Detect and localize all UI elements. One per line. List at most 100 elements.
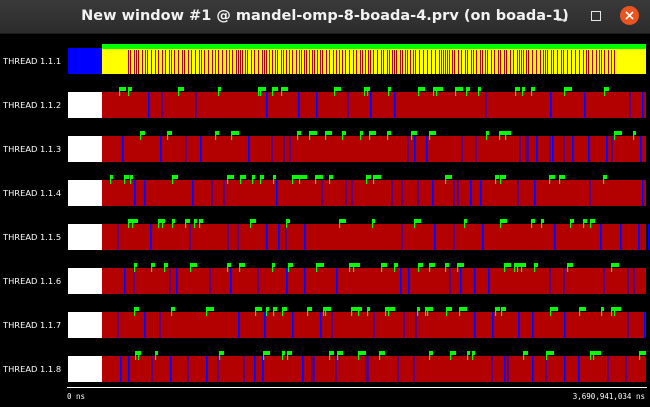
- running-stripe: [563, 50, 564, 74]
- burst-tick: [351, 307, 353, 316]
- running-stripe: [545, 50, 546, 74]
- running-stripe: [238, 50, 239, 74]
- running-stripe: [521, 50, 522, 74]
- running-stripe: [592, 50, 593, 74]
- function-marker: [629, 92, 631, 118]
- close-icon[interactable]: [620, 6, 639, 25]
- function-marker: [345, 180, 347, 206]
- running-stripe: [575, 50, 576, 74]
- burst-tick: [138, 351, 140, 360]
- burst-tick: [387, 131, 389, 140]
- running-stripe: [413, 50, 414, 74]
- running-stripe: [195, 50, 196, 74]
- function-marker: [286, 268, 288, 294]
- function-marker: [243, 356, 245, 382]
- function-marker: [117, 224, 119, 250]
- function-marker: [144, 180, 146, 206]
- running-stripe: [199, 50, 200, 74]
- burst-tick: [418, 87, 420, 96]
- function-marker: [519, 136, 521, 162]
- burst-tick: [134, 307, 136, 316]
- running-stripe: [608, 50, 609, 74]
- burst-tick: [252, 175, 254, 184]
- running-stripe: [312, 50, 313, 74]
- function-marker: [200, 136, 202, 162]
- function-marker: [627, 268, 629, 294]
- trace-timeline[interactable]: [0, 34, 650, 387]
- running-stripe: [604, 50, 605, 74]
- function-marker: [603, 268, 605, 294]
- function-marker: [532, 356, 534, 382]
- burst-tick: [369, 131, 371, 140]
- running-stripe: [447, 50, 448, 74]
- function-marker: [161, 92, 163, 118]
- function-marker: [302, 356, 304, 382]
- burst-tick: [504, 263, 506, 272]
- function-marker: [304, 224, 306, 250]
- running-stripe: [498, 50, 499, 74]
- burst-tick: [570, 219, 572, 228]
- burst-tick: [194, 219, 196, 228]
- burst-band: [102, 44, 646, 49]
- function-marker: [457, 180, 459, 206]
- running-stripe: [147, 50, 148, 74]
- function-marker: [564, 312, 566, 338]
- function-marker: [264, 312, 266, 338]
- function-marker: [227, 224, 229, 250]
- burst-tick: [417, 307, 419, 316]
- running-stripe: [439, 50, 440, 74]
- burst-tick: [266, 307, 268, 316]
- burst-tick: [199, 219, 201, 228]
- burst-tick: [579, 307, 581, 316]
- burst-tick: [167, 131, 169, 140]
- burst-tick: [603, 175, 605, 184]
- function-marker: [351, 180, 353, 206]
- title-bar[interactable]: New window #1 @ mandel-omp-8-boada-4.prv…: [0, 0, 650, 34]
- running-stripe: [130, 50, 131, 74]
- running-stripe: [454, 50, 455, 74]
- burst-tick: [297, 131, 299, 140]
- function-marker: [527, 136, 529, 162]
- thread-start-segment: [68, 312, 102, 338]
- running-stripe: [365, 50, 366, 74]
- function-marker: [160, 136, 162, 162]
- function-marker: [347, 92, 349, 118]
- function-marker: [600, 224, 602, 250]
- function-marker: [572, 136, 574, 162]
- running-stripe: [504, 50, 505, 74]
- running-stripe: [571, 50, 572, 74]
- running-stripe: [218, 50, 219, 74]
- minimize-icon[interactable]: [555, 9, 569, 23]
- function-marker: [460, 268, 462, 294]
- function-marker: [480, 180, 482, 206]
- burst-tick: [593, 351, 595, 360]
- maximize-icon[interactable]: [591, 11, 601, 21]
- burst-tick: [379, 351, 381, 360]
- burst-tick: [135, 351, 137, 360]
- running-stripe: [229, 50, 230, 74]
- running-stripe: [471, 50, 472, 74]
- running-stripe: [281, 50, 282, 74]
- time-axis-line: [67, 387, 647, 388]
- function-marker: [122, 136, 124, 162]
- burst-tick: [287, 351, 289, 360]
- function-marker: [488, 268, 490, 294]
- running-stripe: [476, 50, 477, 74]
- burst-tick: [130, 175, 132, 184]
- running-stripe: [381, 50, 382, 74]
- running-stripe: [128, 50, 129, 74]
- running-stripe: [134, 50, 135, 74]
- running-stripe: [583, 50, 584, 74]
- burst-tick: [367, 307, 369, 316]
- running-stripe: [275, 50, 276, 74]
- burst-tick: [329, 175, 331, 184]
- running-stripe: [264, 50, 265, 74]
- function-marker: [117, 312, 119, 338]
- function-marker: [638, 224, 640, 250]
- function-marker: [403, 312, 405, 338]
- running-stripe: [467, 50, 468, 74]
- running-stripe: [586, 50, 587, 74]
- thread-start-segment: [68, 48, 102, 74]
- function-marker: [394, 92, 396, 118]
- running-stripe: [402, 50, 403, 74]
